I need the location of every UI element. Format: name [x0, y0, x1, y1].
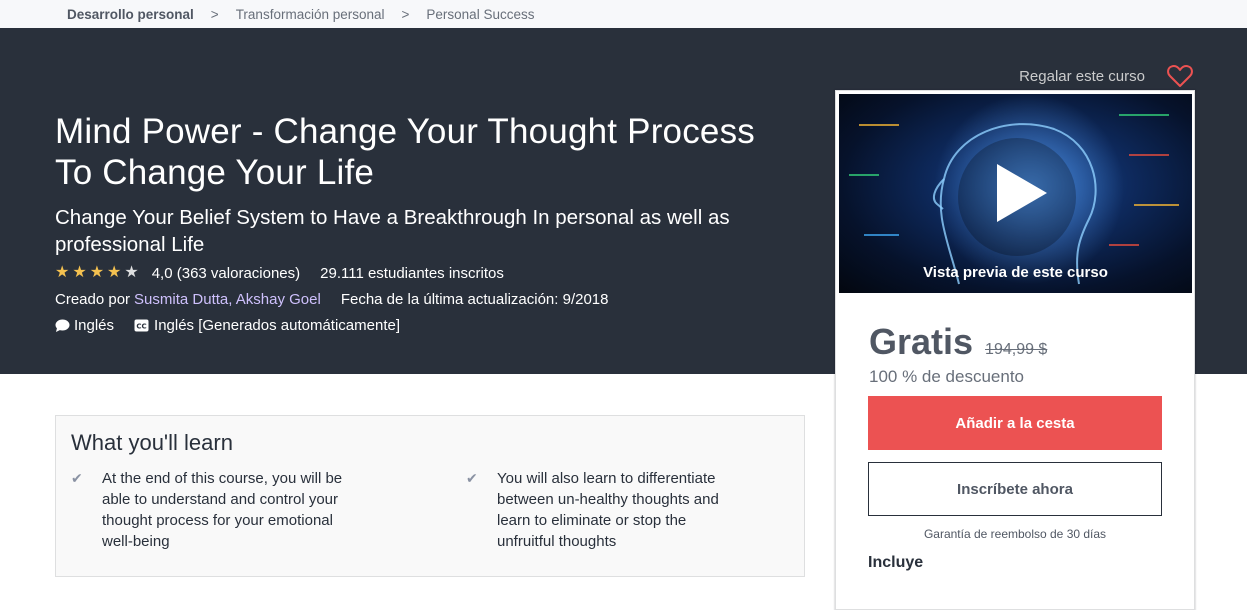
star-icon: ★ — [72, 264, 87, 281]
rating-row: ★ ★ ★ ★ ★ 4,0 (363 valoraciones) 29.111 … — [55, 264, 504, 282]
gift-course-label[interactable]: Regalar este curso — [1019, 68, 1145, 85]
money-back-guarantee: Garantía de reembolso de 30 días — [923, 527, 1107, 541]
course-subtitle: Change Your Belief System to Have a Brea… — [55, 206, 730, 256]
breadcrumb-separator: > — [401, 6, 410, 22]
star-icon: ★ — [55, 264, 70, 281]
price-row: Gratis 194,99 $ — [869, 321, 1047, 363]
check-icon: ✔ — [71, 470, 83, 486]
learn-title: What you'll learn — [71, 430, 233, 455]
star-empty-icon: ★ — [124, 264, 139, 281]
created-by-label: Creado por — [55, 291, 131, 308]
star-rating: ★ ★ ★ ★ ★ — [55, 264, 142, 282]
svg-text:CC: CC — [136, 323, 146, 331]
breadcrumb-separator: > — [210, 6, 219, 22]
captions-language: Inglés [Generados automáticamente] — [154, 317, 401, 334]
speech-bubble-icon — [55, 319, 70, 333]
heart-icon[interactable] — [1167, 64, 1193, 88]
breadcrumb-item-personal-development[interactable]: Desarrollo personal — [67, 7, 194, 22]
includes-title: Incluye — [868, 554, 924, 571]
language-row: Inglés CC Inglés [Generados automáticame… — [55, 317, 400, 334]
authors-link[interactable]: Susmita Dutta, Akshay Goel — [134, 291, 321, 308]
course-title: Mind Power - Change Your Thought Process… — [55, 112, 755, 192]
learn-item: ✔ At the end of this course, you will be… — [71, 468, 351, 552]
meta-row: Creado por Susmita Dutta, Akshay Goel Fe… — [55, 291, 608, 308]
star-icon: ★ — [107, 264, 122, 281]
course-language: Inglés — [74, 317, 115, 334]
course-preview[interactable]: Vista previa de este curso — [839, 94, 1192, 293]
enrolled-count: 29.111 estudiantes inscritos — [320, 264, 504, 282]
enroll-now-button[interactable]: Inscríbete ahora — [868, 462, 1162, 516]
purchase-card: Vista previa de este curso Gratis 194,99… — [835, 90, 1195, 610]
learn-item-text: At the end of this course, you will be a… — [102, 470, 343, 550]
breadcrumb: Desarrollo personal > Transformación per… — [0, 0, 1247, 28]
what-you-will-learn: What you'll learn ✔ At the end of this c… — [55, 415, 805, 577]
learn-item-text: You will also learn to differentiate bet… — [497, 470, 719, 550]
closed-captions-icon: CC — [134, 319, 149, 332]
original-price: 194,99 $ — [985, 341, 1048, 358]
preview-caption: Vista previa de este curso — [923, 264, 1108, 281]
gift-course-link[interactable]: Regalar este curso — [1019, 64, 1193, 88]
discount-label: 100 % de descuento — [869, 367, 1025, 386]
star-icon: ★ — [89, 264, 105, 281]
breadcrumb-item-personal-transformation[interactable]: Transformación personal — [236, 7, 385, 22]
last-updated: Fecha de la última actualización: 9/2018 — [340, 291, 609, 308]
check-icon: ✔ — [466, 470, 478, 486]
learn-item: ✔ You will also learn to differentiate b… — [466, 468, 746, 552]
play-icon[interactable] — [997, 164, 1047, 222]
add-to-cart-button[interactable]: Añadir a la cesta — [868, 396, 1162, 450]
rating-text: 4,0 (363 valoraciones) — [151, 264, 301, 282]
current-price: Gratis — [869, 321, 974, 362]
breadcrumb-item-personal-success[interactable]: Personal Success — [426, 7, 534, 22]
